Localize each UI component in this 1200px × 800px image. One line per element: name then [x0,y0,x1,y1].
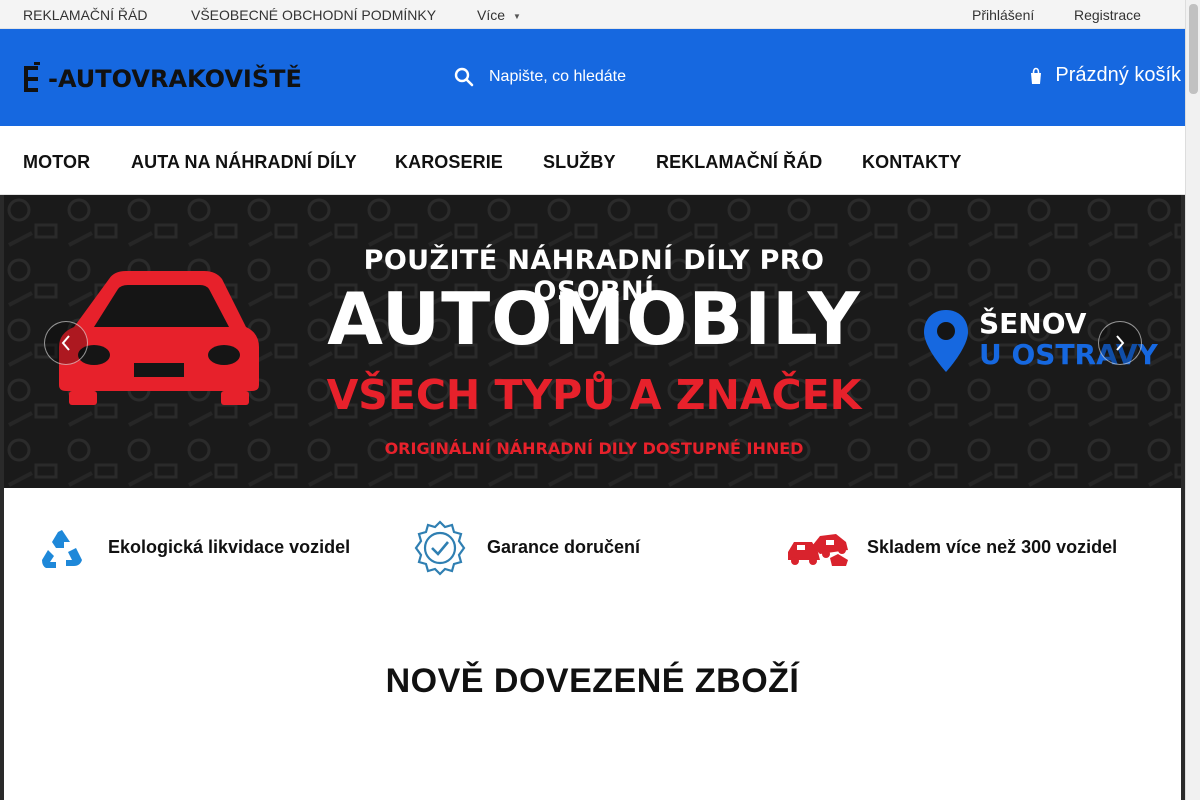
logo-text: -AUTOVRAKOVIŠTĚ [48,65,302,93]
cart-label: Prázdný košík [1055,64,1181,86]
feature-item-stock: Skladem více než 300 vozidel [786,505,1117,590]
recycle-icon [42,529,82,568]
topbar-link-complaints[interactable]: REKLAMAČNÍ ŘÁD [23,7,147,23]
nav-item-contacts[interactable]: KONTAKTY [862,152,961,173]
cart-icon [1031,67,1042,84]
search-icon[interactable] [454,67,474,87]
feature-item-ecology: Ekologická likvidace vozidel [40,505,350,590]
slider-prev-button[interactable] [44,321,88,365]
nav-item-complaints[interactable]: REKLAMAČNÍ ŘÁD [656,152,822,173]
side-strip-left [0,195,4,800]
cart-button[interactable]: Prázdný košík [1029,64,1181,87]
location-city: ŠENOV [979,307,1087,340]
slider-next-button[interactable] [1098,321,1142,365]
main-nav: MOTOR AUTA NA NÁHRADNÍ DÍLY KAROSERIE SL… [0,126,1185,195]
feature-label: Ekologická likvidace vozidel [108,537,351,557]
login-link[interactable]: Přihlášení [972,7,1034,23]
banner-subtitle: VŠECH TYPŮ A ZNAČEK [326,371,862,419]
check-badge-icon [414,519,466,576]
search-bar[interactable] [452,61,872,93]
banner-tagline: ORIGINÁLNÍ NÁHRADNÍ DILY DOSTUPNÉ IHNED [384,439,804,458]
section-title: NOVĚ DOVEZENÉ ZBOŽÍ [385,662,800,700]
register-link[interactable]: Registrace [1074,7,1141,23]
page: REKLAMAČNÍ ŘÁD VŠEOBECNÉ OBCHODNÍ PODMÍN… [0,0,1185,800]
nav-item-body[interactable]: KAROSERIE [395,152,503,173]
site-logo[interactable]: -AUTOVRAKOVIŠTĚ [22,59,302,99]
nav-item-cars-for-parts[interactable]: AUTA NA NÁHRADNÍ DÍLY [131,152,357,173]
topbar-link-terms[interactable]: VŠEOBECNÉ OBCHODNÍ PODMÍNKY [191,7,436,23]
chevron-down-icon: ▼ [513,11,521,21]
more-label: Více [477,7,506,23]
logo-mark-icon [24,62,40,92]
feature-list: Ekologická likvidace vozidel Garance dor… [0,505,1185,590]
cars-icon [788,533,848,566]
hero-banner[interactable]: POUŽITÉ NÁHRADNÍ DÍLY PRO OSOBNÍ AUTOMOB… [4,195,1182,488]
top-bar: REKLAMAČNÍ ŘÁD VŠEOBECNÉ OBCHODNÍ PODMÍN… [0,0,1185,29]
page-scrollbar[interactable] [1185,0,1200,800]
feature-item-delivery: Garance doručení [412,505,640,590]
chevron-left-icon [61,335,70,351]
scrollbar-thumb[interactable] [1189,4,1198,94]
feature-label: Skladem více než 300 vozidel [867,537,1118,557]
nav-item-services[interactable]: SLUŽBY [543,152,616,173]
feature-label: Garance doručení [487,537,641,557]
chevron-right-icon [1116,335,1125,351]
search-input[interactable] [489,68,849,86]
header: -AUTOVRAKOVIŠTĚ Prázdný košík [0,29,1185,126]
nav-item-motor[interactable]: MOTOR [23,152,90,173]
topbar-more-menu[interactable]: Více ▼ [477,7,521,23]
location-pin-icon [924,310,968,372]
banner-title: AUTOMOBILY [327,277,861,361]
